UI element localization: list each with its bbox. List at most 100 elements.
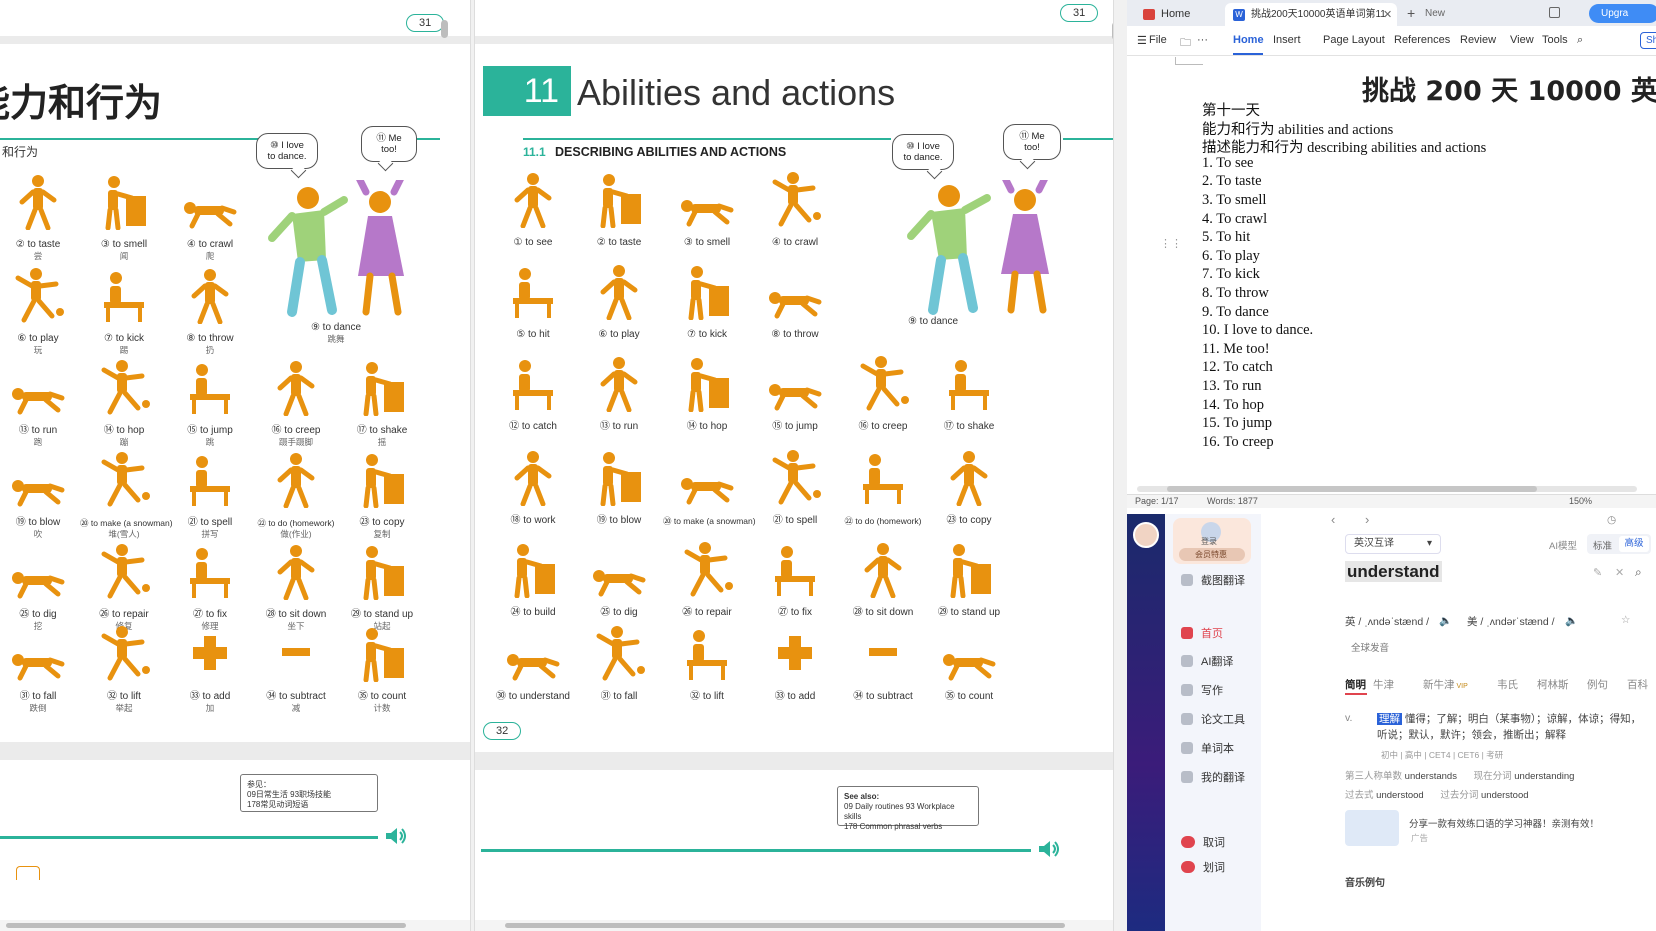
nav-ai-translate[interactable]: AI翻译 (1181, 653, 1233, 669)
speaker-icon-mid[interactable] (1037, 839, 1061, 859)
document-line[interactable]: 9. To dance (1202, 304, 1269, 321)
document-line[interactable]: 1. To see (1202, 155, 1253, 172)
nav-writing[interactable]: 写作 (1181, 682, 1223, 698)
document-line[interactable]: 6. To play (1202, 248, 1260, 265)
active-tab-underline (1233, 53, 1263, 55)
nav-wordbook[interactable]: 单词本 (1181, 740, 1234, 756)
dict-tab[interactable]: 韦氏 (1497, 677, 1518, 692)
nav-paper-tools[interactable]: 论文工具 (1181, 711, 1245, 727)
member-offer[interactable]: 会员特惠 (1179, 548, 1245, 561)
play-uk-icon[interactable]: 🔈 (1439, 614, 1452, 627)
history-clock-icon[interactable]: ◷ (1607, 514, 1616, 526)
dict-tab[interactable]: 牛津 (1373, 677, 1394, 692)
drag-handle-icon[interactable]: ⋮⋮ (1160, 237, 1182, 250)
menu-icon[interactable]: ☰ (1137, 34, 1147, 47)
login-label[interactable]: 登录 (1201, 536, 1217, 547)
open-folder-icon[interactable]: 🗀 (1180, 34, 1191, 53)
document-line[interactable]: 3. To smell (1202, 192, 1266, 209)
screenshot-translate[interactable]: 截图翻译 (1181, 572, 1245, 588)
menu-tools[interactable]: Tools (1542, 34, 1568, 46)
action-label: ④ to crawl (771, 237, 819, 248)
avatar[interactable] (1133, 522, 1159, 548)
nav-home[interactable]: 首页 (1181, 625, 1223, 641)
more-icon[interactable]: ··· (1197, 34, 1208, 46)
ai-model-label[interactable]: AI模型 (1549, 538, 1577, 552)
left-scrollbar[interactable] (441, 20, 448, 38)
document-line[interactable]: 12. To catch (1202, 359, 1273, 376)
document-line[interactable]: 14. To hop (1202, 397, 1264, 414)
form-pp[interactable]: understood (1481, 790, 1529, 801)
dict-tab[interactable]: 百科 (1627, 677, 1648, 692)
search-icon[interactable]: ⌕ (1577, 34, 1583, 47)
document-line[interactable]: 13. To run (1202, 378, 1262, 395)
dictionary-window[interactable]: 登录 会员特惠 截图翻译 首页 AI翻译 写作 论文工具 单词本 我的翻译 取词… (1127, 514, 1656, 931)
doc-hscroll[interactable] (1137, 486, 1637, 492)
action-figure-icon (688, 358, 729, 413)
toggle-pick-word[interactable]: 取词 (1181, 834, 1225, 850)
highlighted-word[interactable]: 理解 (1377, 713, 1402, 725)
menu-review[interactable]: Review (1460, 34, 1496, 46)
share-button[interactable]: Sh (1640, 32, 1656, 49)
document-line[interactable]: 7. To kick (1202, 266, 1260, 283)
clear-icon[interactable]: ✕ (1615, 566, 1624, 579)
dancers-illustration-mid (907, 180, 1049, 315)
document-line[interactable]: 10. I love to dance. (1202, 322, 1313, 339)
pdf-view-left[interactable]: 31 能力和行为 和行为 ⑩ I love to dance. ⑪ Me too… (0, 0, 470, 931)
query-input[interactable]: understand ✎ ✕ ⌕ (1345, 561, 1645, 592)
menu-file[interactable]: File (1149, 34, 1167, 46)
play-us-icon[interactable]: 🔈 (1565, 614, 1578, 627)
global-pronunciation[interactable]: 全球发音 (1351, 640, 1389, 654)
dict-tab[interactable]: 柯林斯 (1537, 677, 1569, 692)
edit-icon[interactable]: ✎ (1593, 566, 1602, 579)
menu-references[interactable]: References (1394, 34, 1450, 46)
ad-thumbnail[interactable] (1345, 810, 1399, 846)
document-line[interactable]: 8. To throw (1202, 285, 1269, 302)
search-icon-dict[interactable]: ⌕ (1635, 565, 1642, 580)
document-line[interactable]: 16. To creep (1202, 434, 1274, 451)
restore-window-icon[interactable] (1549, 7, 1560, 18)
left-hscroll[interactable] (0, 920, 470, 931)
new-tab-icon[interactable]: + (1407, 5, 1415, 21)
pdf-view-right[interactable]: 31 11 Abilities and actions 11.1 DESCRIB… (475, 0, 1113, 931)
back-icon[interactable]: ‹ (1331, 514, 1335, 527)
document-line[interactable]: 15. To jump (1202, 415, 1272, 432)
toggle-select-word[interactable]: 划词 (1181, 859, 1225, 875)
language-select[interactable]: 英汉互译 ▾ (1345, 534, 1441, 554)
forward-icon[interactable]: › (1365, 514, 1369, 527)
dict-tab[interactable]: 新牛津 VIP (1423, 677, 1468, 692)
wps-writer-window[interactable]: Home W 挑战200天10000英语单词第11 ✕ + New Upgra … (1127, 0, 1656, 508)
upgrade-button[interactable]: Upgra (1589, 4, 1656, 23)
form-label-past: 过去式 (1345, 790, 1374, 801)
menu-home[interactable]: Home (1233, 34, 1264, 46)
nav-my-translations[interactable]: 我的翻译 (1181, 769, 1245, 785)
dict-tab[interactable]: 简明 (1345, 677, 1366, 692)
mid-hscroll[interactable] (475, 920, 1113, 931)
tab-home[interactable]: Home (1135, 3, 1217, 26)
document-canvas[interactable]: 挑战 200 天 10000 英语单 第十一天能力和行为 abilities a… (1127, 57, 1656, 485)
pane-divider-2[interactable] (1113, 0, 1127, 931)
document-line[interactable]: 2. To taste (1202, 173, 1262, 190)
dict-tab[interactable]: 例句 (1587, 677, 1608, 692)
document-line[interactable]: 5. To hit (1202, 229, 1250, 246)
mode-standard[interactable]: 标准 (1593, 538, 1612, 552)
close-tab-icon[interactable]: ✕ (1383, 8, 1392, 21)
document-line[interactable]: 4. To crawl (1202, 211, 1267, 228)
mode-advanced[interactable]: 高级 (1619, 536, 1649, 552)
menu-page-layout[interactable]: Page Layout (1323, 34, 1385, 46)
status-words[interactable]: Words: 1877 (1207, 495, 1258, 508)
login-card[interactable]: 登录 会员特惠 (1173, 518, 1251, 564)
menu-view[interactable]: View (1510, 34, 1534, 46)
document-line[interactable]: 11. Me too! (1202, 341, 1270, 358)
form-past[interactable]: understood (1376, 790, 1424, 801)
tab-document[interactable]: W 挑战200天10000英语单词第11 (1225, 3, 1397, 26)
speaker-icon[interactable] (384, 826, 408, 846)
favorite-star-icon[interactable]: ☆ (1621, 614, 1630, 626)
ad-text[interactable]: 分享一款有效练口语的学习神器！亲测有效！ (1409, 816, 1599, 830)
more-section[interactable]: 音乐例句 (1345, 874, 1385, 889)
zoom-level[interactable]: 150% (1569, 495, 1592, 508)
status-page[interactable]: Page: 1/17 (1135, 495, 1179, 508)
form-prog[interactable]: understanding (1514, 771, 1574, 782)
menu-insert[interactable]: Insert (1273, 34, 1301, 46)
form-3sg[interactable]: understands (1405, 771, 1457, 782)
new-tab-label[interactable]: New (1425, 8, 1445, 19)
